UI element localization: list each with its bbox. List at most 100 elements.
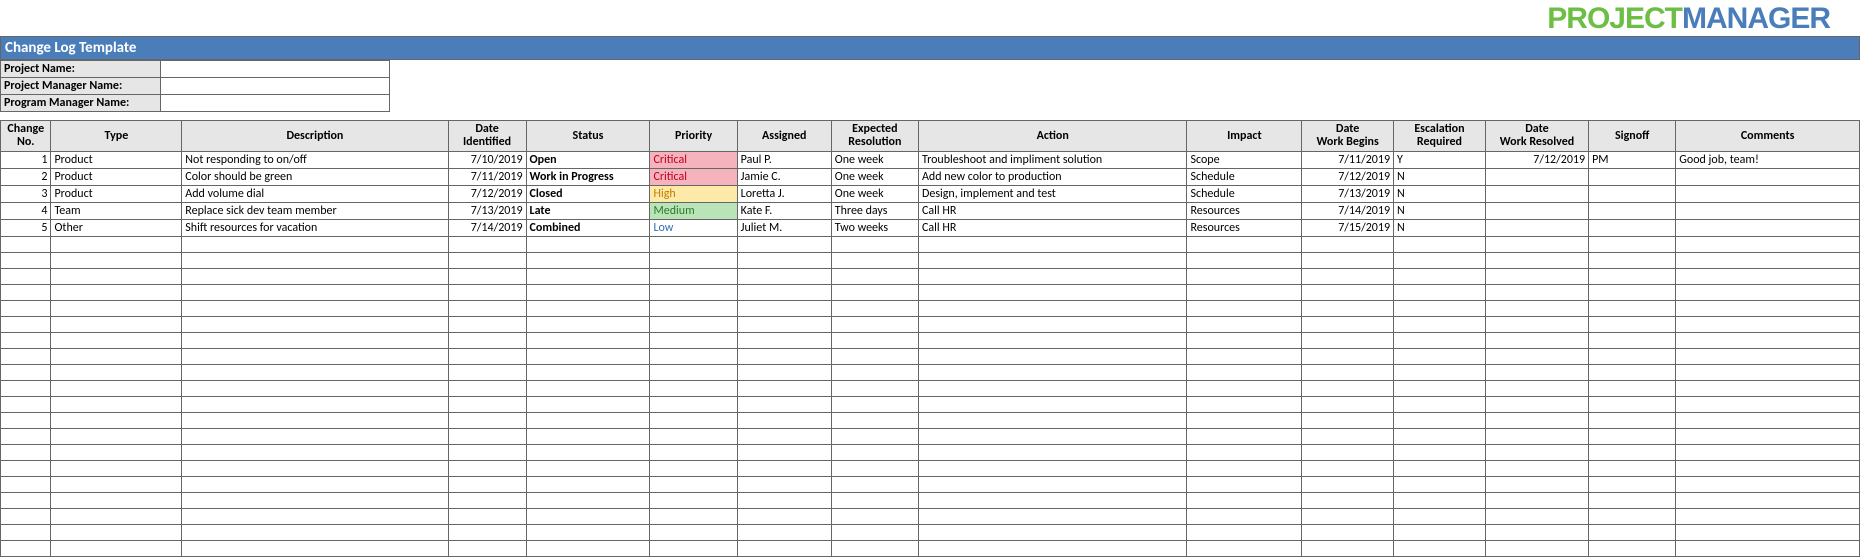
table-cell[interactable] bbox=[1394, 397, 1486, 413]
table-cell[interactable] bbox=[831, 269, 918, 285]
table-cell[interactable] bbox=[182, 253, 448, 269]
table-cell[interactable] bbox=[448, 285, 526, 301]
table-cell[interactable]: 7/14/2019 bbox=[1302, 203, 1394, 220]
table-cell[interactable]: 7/11/2019 bbox=[1302, 152, 1394, 169]
table-cell[interactable] bbox=[1302, 477, 1394, 493]
table-cell[interactable] bbox=[526, 253, 650, 269]
table-cell[interactable] bbox=[1394, 493, 1486, 509]
table-cell[interactable] bbox=[831, 253, 918, 269]
table-cell[interactable] bbox=[1589, 169, 1676, 186]
table-cell[interactable] bbox=[737, 301, 831, 317]
table-cell[interactable] bbox=[831, 237, 918, 253]
table-cell[interactable]: 4 bbox=[1, 203, 51, 220]
table-cell[interactable]: N bbox=[1394, 203, 1486, 220]
table-cell[interactable] bbox=[1302, 461, 1394, 477]
table-cell[interactable] bbox=[1589, 253, 1676, 269]
table-cell[interactable] bbox=[1589, 317, 1676, 333]
table-cell[interactable]: Low bbox=[650, 220, 737, 237]
table-cell[interactable]: 7/12/2019 bbox=[1485, 152, 1588, 169]
table-cell[interactable] bbox=[1676, 525, 1860, 541]
table-cell[interactable]: Product bbox=[51, 152, 182, 169]
table-cell[interactable] bbox=[51, 509, 182, 525]
table-cell[interactable] bbox=[448, 365, 526, 381]
table-cell[interactable] bbox=[1302, 237, 1394, 253]
table-cell[interactable] bbox=[526, 285, 650, 301]
table-cell[interactable] bbox=[51, 525, 182, 541]
table-cell[interactable] bbox=[1589, 429, 1676, 445]
table-cell[interactable] bbox=[1676, 413, 1860, 429]
table-cell[interactable] bbox=[918, 269, 1187, 285]
table-cell[interactable] bbox=[737, 477, 831, 493]
table-cell[interactable]: Design, implement and test bbox=[918, 186, 1187, 203]
table-cell[interactable]: Three days bbox=[831, 203, 918, 220]
table-cell[interactable]: Closed bbox=[526, 186, 650, 203]
table-cell[interactable] bbox=[182, 237, 448, 253]
table-cell[interactable] bbox=[1676, 509, 1860, 525]
table-cell[interactable] bbox=[918, 365, 1187, 381]
table-cell[interactable] bbox=[1676, 349, 1860, 365]
table-cell[interactable] bbox=[650, 333, 737, 349]
table-cell[interactable] bbox=[1, 317, 51, 333]
table-cell[interactable] bbox=[1394, 509, 1486, 525]
table-cell[interactable]: 1 bbox=[1, 152, 51, 169]
table-cell[interactable] bbox=[1, 397, 51, 413]
table-cell[interactable] bbox=[1676, 493, 1860, 509]
table-cell[interactable] bbox=[448, 317, 526, 333]
table-cell[interactable]: Critical bbox=[650, 169, 737, 186]
table-cell[interactable]: Schedule bbox=[1187, 169, 1302, 186]
table-cell[interactable] bbox=[1676, 397, 1860, 413]
table-cell[interactable]: Resources bbox=[1187, 220, 1302, 237]
meta-value-program-manager[interactable] bbox=[161, 95, 390, 112]
table-cell[interactable] bbox=[1589, 541, 1676, 557]
table-cell[interactable] bbox=[51, 477, 182, 493]
table-cell[interactable] bbox=[1676, 269, 1860, 285]
table-cell[interactable] bbox=[1, 493, 51, 509]
table-cell[interactable] bbox=[1394, 541, 1486, 557]
table-cell[interactable] bbox=[182, 461, 448, 477]
table-cell[interactable] bbox=[1302, 253, 1394, 269]
table-cell[interactable] bbox=[831, 509, 918, 525]
table-cell[interactable] bbox=[737, 365, 831, 381]
table-cell[interactable] bbox=[1676, 461, 1860, 477]
table-cell[interactable] bbox=[737, 333, 831, 349]
table-cell[interactable] bbox=[182, 301, 448, 317]
table-cell[interactable] bbox=[448, 541, 526, 557]
table-cell[interactable] bbox=[650, 237, 737, 253]
table-cell[interactable] bbox=[1187, 413, 1302, 429]
table-cell[interactable] bbox=[650, 509, 737, 525]
table-cell[interactable] bbox=[1676, 429, 1860, 445]
table-cell[interactable] bbox=[1, 445, 51, 461]
table-cell[interactable]: Y bbox=[1394, 152, 1486, 169]
table-cell[interactable] bbox=[182, 397, 448, 413]
table-cell[interactable] bbox=[918, 477, 1187, 493]
table-cell[interactable] bbox=[1394, 285, 1486, 301]
table-cell[interactable] bbox=[650, 397, 737, 413]
table-cell[interactable] bbox=[737, 237, 831, 253]
table-cell[interactable] bbox=[1302, 269, 1394, 285]
table-cell[interactable] bbox=[1, 541, 51, 557]
table-cell[interactable] bbox=[182, 477, 448, 493]
table-cell[interactable] bbox=[1302, 397, 1394, 413]
table-cell[interactable]: Jamie C. bbox=[737, 169, 831, 186]
table-cell[interactable] bbox=[1485, 381, 1588, 397]
table-cell[interactable] bbox=[1676, 169, 1860, 186]
table-cell[interactable] bbox=[182, 333, 448, 349]
table-cell[interactable] bbox=[1, 509, 51, 525]
table-cell[interactable] bbox=[448, 253, 526, 269]
table-cell[interactable] bbox=[1302, 317, 1394, 333]
table-cell[interactable] bbox=[1485, 285, 1588, 301]
table-cell[interactable] bbox=[1589, 461, 1676, 477]
table-cell[interactable] bbox=[1589, 237, 1676, 253]
table-cell[interactable] bbox=[51, 397, 182, 413]
table-cell[interactable] bbox=[1, 477, 51, 493]
table-cell[interactable] bbox=[448, 429, 526, 445]
table-cell[interactable] bbox=[51, 285, 182, 301]
table-cell[interactable] bbox=[737, 397, 831, 413]
table-cell[interactable] bbox=[1302, 349, 1394, 365]
table-cell[interactable] bbox=[448, 269, 526, 285]
table-cell[interactable] bbox=[1302, 301, 1394, 317]
table-cell[interactable] bbox=[448, 525, 526, 541]
table-cell[interactable] bbox=[526, 333, 650, 349]
table-cell[interactable]: Product bbox=[51, 186, 182, 203]
table-cell[interactable]: Team bbox=[51, 203, 182, 220]
